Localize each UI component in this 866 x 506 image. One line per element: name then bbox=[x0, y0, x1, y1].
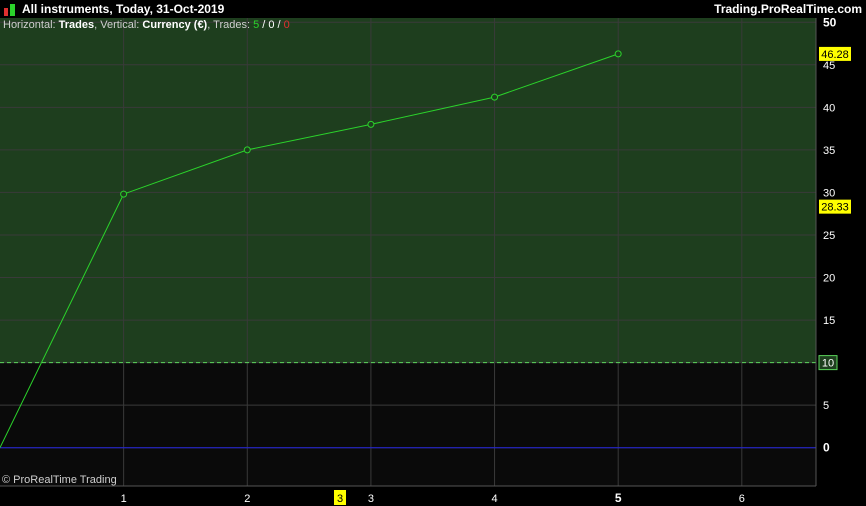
y-tick-label: 40 bbox=[823, 102, 835, 114]
y-tick-label: 25 bbox=[823, 230, 835, 242]
equity-chart[interactable]: 0510152025303540455012345646.2828.33103 bbox=[0, 0, 866, 506]
trades-separator: / bbox=[259, 19, 269, 31]
data-point bbox=[120, 190, 128, 198]
data-point bbox=[243, 146, 251, 154]
vertical-label: , Vertical: bbox=[94, 19, 140, 31]
y-tick-label: 0 bbox=[823, 441, 830, 455]
x-tick-label: 4 bbox=[491, 493, 497, 505]
y-tick-label: 5 bbox=[823, 400, 829, 412]
trades-separator: / bbox=[274, 19, 284, 31]
data-point bbox=[367, 120, 375, 128]
area-below-threshold bbox=[0, 362, 816, 486]
current-value-label: 46.28 bbox=[821, 49, 849, 61]
horizontal-value: Trades bbox=[58, 19, 95, 31]
x-tick-label: 3 bbox=[368, 493, 374, 505]
y-tick-label: 15 bbox=[823, 315, 835, 327]
x-tick-label: 5 bbox=[615, 491, 622, 505]
chart-info: Horizontal: Trades, Vertical: Currency (… bbox=[3, 19, 290, 31]
x-tick-label: 2 bbox=[244, 493, 250, 505]
horizontal-label: Horizontal: bbox=[3, 19, 56, 31]
trades-loss-count: 0 bbox=[283, 19, 290, 31]
cursor-x-label: 3 bbox=[337, 493, 343, 505]
x-tick-label: 1 bbox=[121, 493, 127, 505]
y-tick-label: 45 bbox=[823, 60, 835, 72]
copyright-label: © ProRealTime Trading bbox=[2, 474, 117, 486]
y-tick-label: 20 bbox=[823, 273, 835, 285]
y-tick-label: 30 bbox=[823, 187, 835, 199]
x-tick-label: 6 bbox=[739, 493, 745, 505]
vertical-value: Currency (€) bbox=[142, 19, 208, 31]
average-value-label: 28.33 bbox=[821, 202, 849, 214]
data-point bbox=[491, 93, 499, 101]
y-tick-label: 35 bbox=[823, 145, 835, 157]
y-tick-label: 50 bbox=[823, 15, 837, 29]
area-above-threshold bbox=[0, 18, 816, 363]
data-point bbox=[614, 50, 622, 58]
threshold-label: 10 bbox=[822, 358, 834, 370]
trades-label: , Trades: bbox=[207, 19, 251, 31]
